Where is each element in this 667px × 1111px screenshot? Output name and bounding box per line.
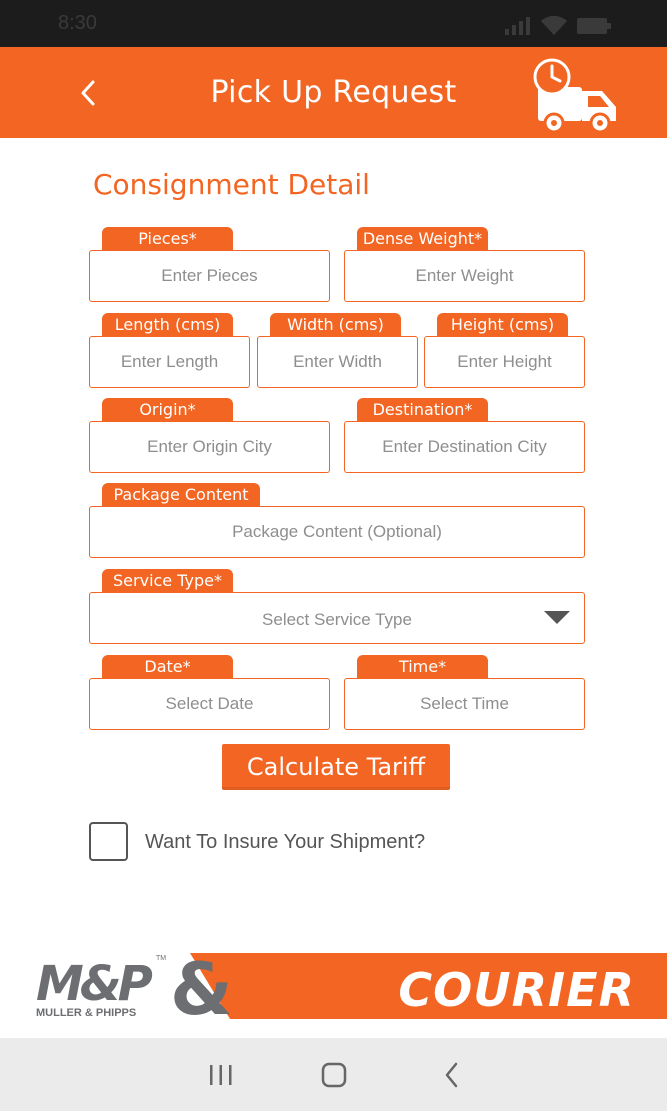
dense-weight-box — [344, 250, 585, 302]
destination-field: Destination* — [344, 398, 585, 473]
dense-weight-label: Dense Weight* — [357, 227, 488, 251]
status-bar: 8:30 — [0, 0, 667, 47]
time-label: Time* — [357, 655, 488, 679]
battery-icon — [577, 18, 611, 34]
system-nav-bar — [0, 1038, 667, 1111]
package-content-label: Package Content — [102, 483, 260, 507]
courier-text: COURIER — [398, 963, 635, 1017]
recent-apps-button[interactable] — [201, 1058, 241, 1092]
home-icon — [321, 1062, 347, 1088]
back-icon — [445, 1062, 458, 1088]
delivery-truck-clock-icon — [533, 58, 616, 134]
signal-icon — [505, 17, 530, 35]
insure-checkbox[interactable] — [89, 822, 128, 861]
length-field: Length (cms) — [89, 313, 250, 388]
mp-logo-text: M&P — [36, 956, 153, 1012]
length-input[interactable] — [90, 352, 249, 372]
mp-logo-icon: M&P MULLER & PHIPPS TM — [36, 955, 166, 1019]
height-label: Height (cms) — [437, 313, 568, 337]
brand-orange-band: COURIER — [190, 953, 667, 1019]
origin-label: Origin* — [102, 398, 233, 422]
app-header: Pick Up Request — [0, 47, 667, 138]
package-content-box — [89, 506, 585, 558]
destination-input[interactable] — [345, 437, 584, 457]
trademark-text: TM — [156, 955, 166, 962]
destination-label: Destination* — [357, 398, 488, 422]
pieces-box — [89, 250, 330, 302]
calculate-tariff-button[interactable]: Calculate Tariff — [222, 744, 450, 790]
dropdown-arrow-icon — [544, 611, 570, 624]
system-back-button[interactable] — [432, 1058, 472, 1092]
status-icons — [505, 16, 611, 36]
time-input[interactable] — [345, 694, 584, 714]
origin-field: Origin* — [89, 398, 330, 473]
package-content-field: Package Content — [89, 483, 585, 558]
service-type-value: Select Service Type — [262, 610, 412, 629]
pieces-field: Pieces* — [89, 227, 330, 302]
origin-input[interactable] — [90, 437, 329, 457]
destination-box — [344, 421, 585, 473]
brand-footer: COURIER M&P MULLER & PHIPPS TM & — [0, 950, 667, 1020]
height-box — [424, 336, 585, 388]
date-box — [89, 678, 330, 730]
time-field: Time* — [344, 655, 585, 730]
date-field: Date* — [89, 655, 330, 730]
width-input[interactable] — [258, 352, 417, 372]
service-type-field: Service Type* Select Service Type — [89, 569, 585, 644]
ampersand-icon: & — [170, 950, 230, 1020]
insure-label: Want To Insure Your Shipment? — [145, 831, 426, 853]
date-label: Date* — [102, 655, 233, 679]
pieces-label: Pieces* — [102, 227, 233, 251]
status-time: 8:30 — [58, 12, 97, 34]
svg-text:&: & — [170, 950, 230, 1020]
mp-logo-subtext: MULLER & PHIPPS — [36, 1007, 136, 1019]
wifi-icon — [541, 16, 567, 35]
width-box — [257, 336, 418, 388]
height-input[interactable] — [425, 352, 584, 372]
dense-weight-input[interactable] — [345, 266, 584, 286]
width-label: Width (cms) — [270, 313, 401, 337]
length-box — [89, 336, 250, 388]
time-box — [344, 678, 585, 730]
recent-apps-icon — [210, 1065, 232, 1085]
pieces-input[interactable] — [90, 266, 329, 286]
package-content-input[interactable] — [90, 522, 584, 542]
date-input[interactable] — [90, 694, 329, 714]
home-button[interactable] — [314, 1058, 354, 1092]
service-type-label: Service Type* — [102, 569, 233, 593]
origin-box — [89, 421, 330, 473]
service-type-select[interactable]: Select Service Type — [89, 592, 585, 644]
section-title: Consignment Detail — [93, 168, 370, 201]
height-field: Height (cms) — [424, 313, 585, 388]
width-field: Width (cms) — [257, 313, 418, 388]
length-label: Length (cms) — [102, 313, 233, 337]
dense-weight-field: Dense Weight* — [344, 227, 585, 302]
